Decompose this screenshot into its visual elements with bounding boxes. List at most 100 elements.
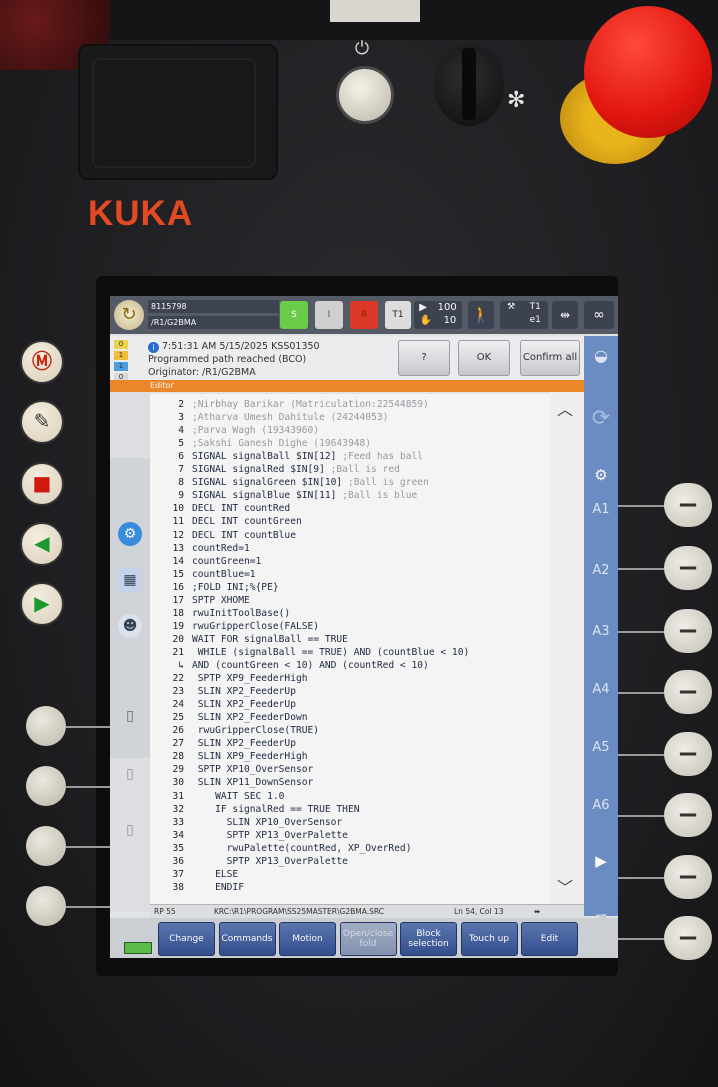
code-line[interactable]: 3 ;Atharva Umesh Dahitule (24244053) xyxy=(150,411,388,424)
main-menu-key[interactable]: Ⓜ xyxy=(20,340,64,384)
stop-key[interactable]: ■ xyxy=(20,462,64,506)
ok-button[interactable]: OK xyxy=(458,340,510,376)
emergency-stop-button[interactable] xyxy=(584,6,712,138)
user-icon[interactable]: ☻ xyxy=(118,614,142,638)
code-line[interactable]: 38 ENDIF xyxy=(150,881,244,894)
code-line[interactable]: 13 countRed=1 xyxy=(150,542,249,555)
code-line[interactable]: ↳ AND (countGreen < 10) AND (countRed < 1… xyxy=(150,659,429,672)
robot-name[interactable]: 8115798 xyxy=(148,300,279,313)
code-line[interactable]: 11 DECL INT countGreen xyxy=(150,515,301,528)
confirm-all-button[interactable]: Confirm all xyxy=(520,340,580,376)
code-line[interactable]: 12 DECL INT countBlue xyxy=(150,529,296,542)
code-line[interactable]: 35 rwuPalette(countRed, XP_OverRed) xyxy=(150,842,411,855)
softkey-commands[interactable]: Commands xyxy=(218,922,276,956)
play-forward-icon[interactable]: ▶ xyxy=(584,852,618,872)
code-line[interactable]: 15 countBlue=1 xyxy=(150,568,255,581)
line-number: 36 xyxy=(172,855,184,867)
jog-key-a1[interactable]: − xyxy=(664,483,712,527)
jog-key-a6[interactable]: − xyxy=(664,793,712,837)
jog-key-8[interactable]: − xyxy=(664,916,712,960)
calendar-icon[interactable]: ▦ xyxy=(118,568,142,592)
code-line[interactable]: 7 SIGNAL signalRed $IN[9] ;Ball is red xyxy=(150,463,400,476)
code-line[interactable]: 2 ;Nirbhay Barikar (Matriculation:2254485… xyxy=(150,398,429,411)
override-status[interactable]: ▶ 100 ✋ 10 xyxy=(414,301,462,329)
code-line[interactable]: 10 DECL INT countRed xyxy=(150,502,290,515)
submit-interpreter-status[interactable]: S xyxy=(280,301,308,329)
code-line[interactable]: 34 SPTP XP13_OverPalette xyxy=(150,829,348,842)
jog-key-7[interactable]: − xyxy=(664,855,712,899)
code-line[interactable]: 6 SIGNAL signalBall $IN[12] ;Feed has bal… xyxy=(150,450,423,463)
jog-key-a4[interactable]: − xyxy=(664,670,712,714)
status-key-1[interactable] xyxy=(26,706,66,746)
code-line[interactable]: 16 ;FOLD INI;%{PE} xyxy=(150,581,278,594)
operating-mode[interactable]: T1 xyxy=(385,301,411,329)
scroll-down-icon[interactable]: ﹀ xyxy=(550,874,580,900)
code-line[interactable]: 17 SPTP XHOME xyxy=(150,594,249,607)
code-line[interactable]: 26 rwuGripperClose(TRUE) xyxy=(150,724,319,737)
softkey-open-close-fold[interactable]: Open/close fold xyxy=(339,922,397,956)
info-count-badge: 1 xyxy=(114,362,128,371)
code-line[interactable]: 9 SIGNAL signalBlue $IN[11] ;Ball is blue xyxy=(150,489,417,502)
code-line[interactable]: 18 rwuInitToolBase() xyxy=(150,607,290,620)
robot-path[interactable]: /R1/G2BMA xyxy=(148,316,279,329)
start-backward-key[interactable]: ◀ xyxy=(20,522,64,566)
code-line[interactable]: 8 SIGNAL signalGreen $IN[10] ;Ball is gre… xyxy=(150,476,429,489)
code-line[interactable]: 31 WAIT SEC 1.0 xyxy=(150,790,284,803)
globe-icon[interactable]: ◒ xyxy=(584,346,618,366)
space-mouse-icon[interactable]: ⟳ xyxy=(584,406,618,431)
code-line[interactable]: 37 ELSE xyxy=(150,868,238,881)
keyboard-key[interactable]: ✎ xyxy=(20,400,64,444)
softkey-block-selection[interactable]: Block selection xyxy=(400,922,457,956)
code-line[interactable]: 28 SLIN XP9_FeederHigh xyxy=(150,750,308,763)
jog-key-a3[interactable]: − xyxy=(664,609,712,653)
code-line[interactable]: 32 IF signalRed == TRUE THEN xyxy=(150,803,359,816)
status-key-4[interactable] xyxy=(26,886,66,926)
code-line[interactable]: 22 SPTP XP9_FeederHigh xyxy=(150,672,307,685)
infinity-icon[interactable]: ∞ xyxy=(584,301,614,329)
code-line[interactable]: 23 SLIN XP2_FeederUp xyxy=(150,685,296,698)
jog-mode-walk-icon[interactable]: 🚶 xyxy=(468,301,494,329)
code-line[interactable]: 33 SLIN XP10_OverSensor xyxy=(150,816,342,829)
robot-config-icon[interactable]: ⚙ xyxy=(118,522,142,546)
incremental-jog-icon[interactable]: ⇹ xyxy=(552,301,578,329)
drives-status[interactable]: I xyxy=(315,301,343,329)
message-window[interactable]: 0 1 1 0 i 7:51:31 AM 5/15/2025 KSS01350 … xyxy=(110,336,584,386)
softkey-touch-up[interactable]: Touch up xyxy=(460,922,518,956)
line-code: SLIN XP9_FeederHigh xyxy=(192,751,308,763)
disconnect-button[interactable] xyxy=(336,66,394,124)
help-button[interactable]: ? xyxy=(398,340,450,376)
line-number: 31 xyxy=(172,790,184,802)
code-line[interactable]: 29 SPTP XP10_OverSensor xyxy=(150,763,313,776)
code-line[interactable]: 5 ;Sakshi Ganesh Dighe (19643948) xyxy=(150,437,371,450)
code-line[interactable]: 27 SLIN XP2_FeederUp xyxy=(150,737,296,750)
softkey-motion[interactable]: Motion xyxy=(279,922,336,956)
axis-label-a5: A5 xyxy=(592,740,610,755)
code-line[interactable]: 30 SLIN XP11_DownSensor xyxy=(150,776,313,789)
code-line[interactable]: 24 SLIN XP2_FeederUp xyxy=(150,698,296,711)
line-code: ;Sakshi Ganesh Dighe (19643948) xyxy=(192,438,372,450)
softkey-change[interactable]: Change xyxy=(158,922,215,956)
status-key-2[interactable] xyxy=(26,766,66,806)
editor-scrollbar[interactable] xyxy=(550,392,584,908)
document-icon-2[interactable]: ▯ xyxy=(118,762,142,786)
code-line[interactable]: 20 WAIT FOR signalBall == TRUE xyxy=(150,633,348,646)
jog-key-a5[interactable]: − xyxy=(664,732,712,776)
code-line[interactable]: 36 SPTP XP13_OverPalette xyxy=(150,855,348,868)
code-editor[interactable]: 2 ;Nirbhay Barikar (Matriculation:2254485… xyxy=(150,394,550,906)
code-line[interactable]: 21 WHILE (signalBall == TRUE) AND (count… xyxy=(150,646,469,659)
tool-status[interactable]: ⚒ T1 e1 xyxy=(500,301,548,329)
status-key-3[interactable] xyxy=(26,826,66,866)
scroll-up-icon[interactable]: ︿ xyxy=(550,396,580,422)
robot-interpreter-status[interactable]: R xyxy=(350,301,378,329)
code-line[interactable]: 14 countGreen=1 xyxy=(150,555,261,568)
jog-key-a2[interactable]: − xyxy=(664,546,712,590)
start-key[interactable]: ▶ xyxy=(20,582,64,626)
code-line[interactable]: 4 ;Parva Wagh (19343960) xyxy=(150,424,319,437)
jog-robot-icon[interactable]: ⚙ xyxy=(584,466,618,486)
document-icon-1[interactable]: ▯ xyxy=(118,704,142,728)
softkey-edit[interactable]: Edit xyxy=(521,922,578,956)
code-line[interactable]: 19 rwuGripperClose(FALSE) xyxy=(150,620,319,633)
document-icon-3[interactable]: ▯ xyxy=(118,818,142,842)
code-line[interactable]: 25 SLIN XP2_FeederDown xyxy=(150,711,307,724)
robot-icon[interactable]: ↻ xyxy=(114,300,144,330)
